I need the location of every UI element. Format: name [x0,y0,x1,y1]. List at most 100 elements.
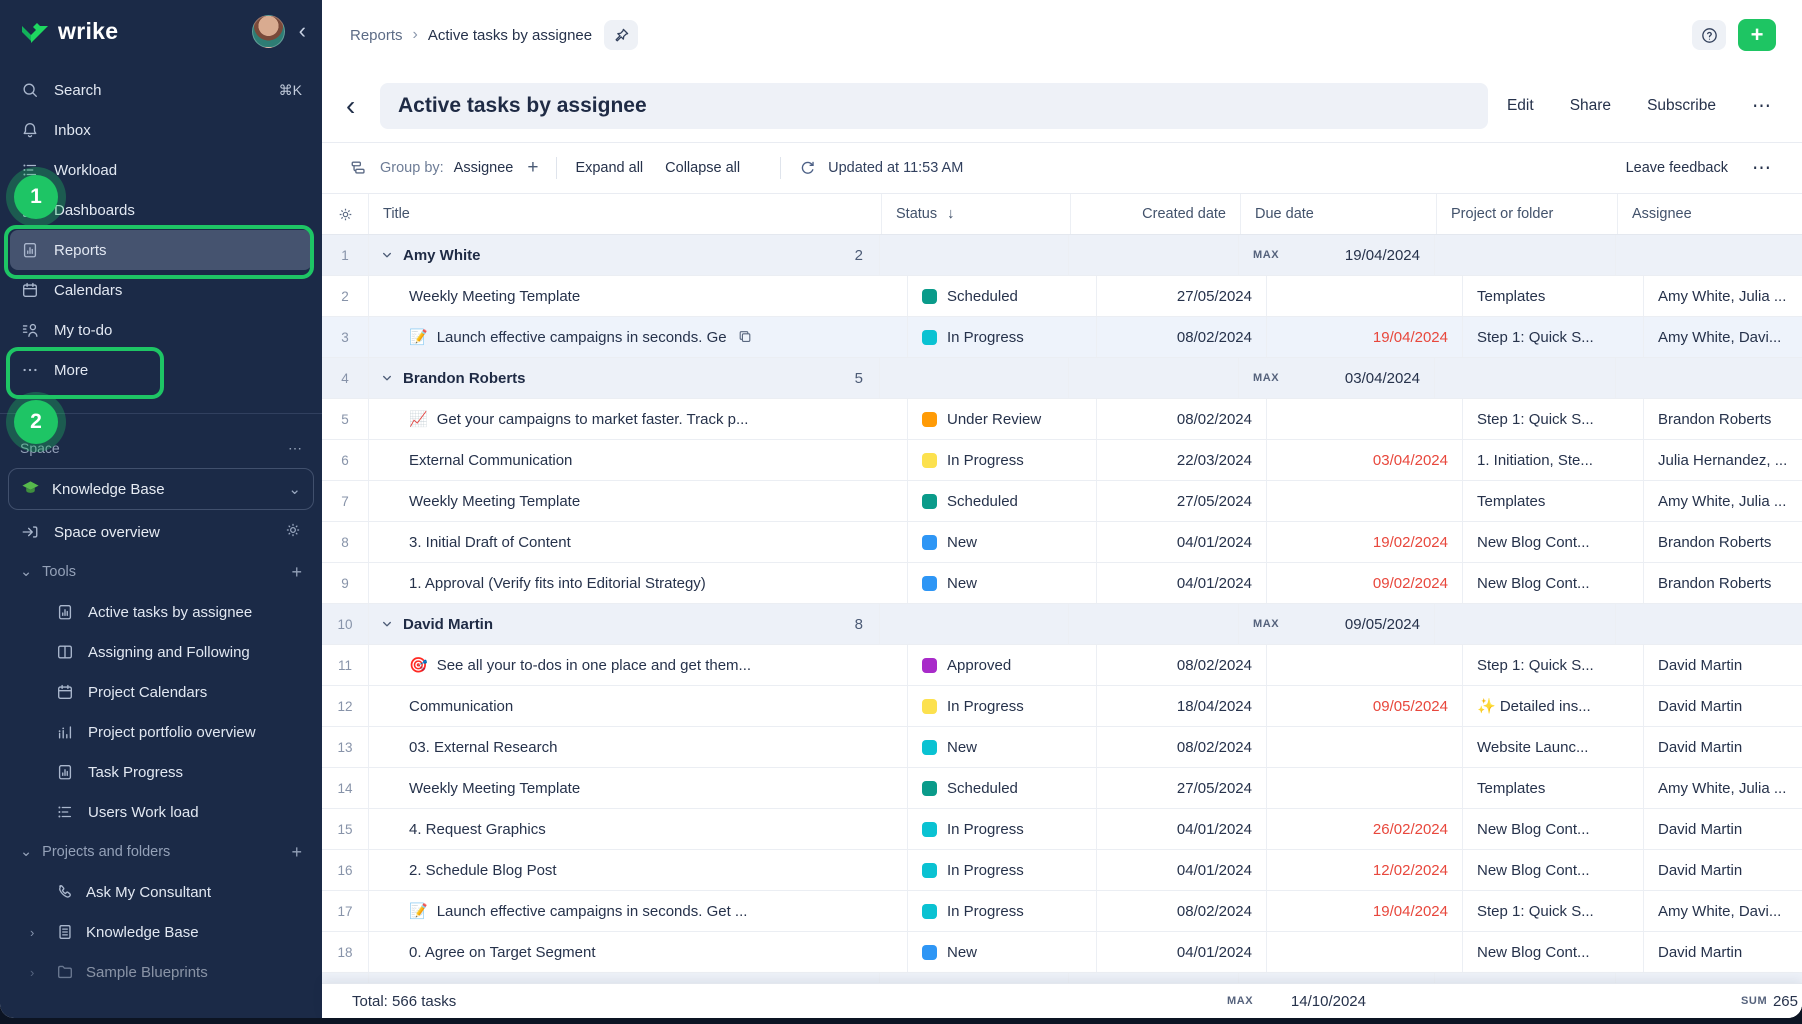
expand-all-button[interactable]: Expand all [575,160,643,176]
leave-feedback-button[interactable]: Leave feedback [1626,160,1728,176]
edit-button[interactable]: Edit [1507,97,1534,115]
help-button[interactable] [1692,20,1726,50]
gear-icon[interactable] [284,521,302,543]
task-title-cell[interactable]: Weekly Meeting Template [369,276,908,316]
breadcrumb-reports[interactable]: Reports [350,27,403,44]
space-selector[interactable]: Knowledge Base ⌄ [8,468,314,510]
tool-item-project-portfolio-overview[interactable]: Project portfolio overview [0,712,322,752]
status-cell[interactable]: Under Review [908,399,1097,439]
task-row[interactable]: 5📈Get your campaigns to market faster. T… [322,399,1802,440]
task-row[interactable]: 83. Initial Draft of ContentNew04/01/202… [322,522,1802,563]
task-title-cell[interactable]: Weekly Meeting Template [369,481,908,521]
status-cell[interactable]: Scheduled [908,276,1097,316]
status-cell[interactable]: In Progress [908,891,1097,931]
refresh-icon[interactable] [799,160,816,177]
task-title-cell[interactable]: 4. Request Graphics [369,809,908,849]
task-row[interactable]: 3📝Launch effective campaigns in seconds.… [322,317,1802,358]
wrike-logo[interactable]: wrike [20,18,118,45]
column-header-title[interactable]: Title [369,194,882,234]
group-collapse-icon[interactable] [381,618,393,630]
status-cell[interactable]: In Progress [908,809,1097,849]
group-by-value[interactable]: Assignee [454,160,514,176]
status-cell[interactable] [880,604,1069,644]
share-button[interactable]: Share [1570,97,1611,115]
status-cell[interactable]: New [908,932,1097,972]
sidebar-collapse-icon[interactable]: ‹ [299,20,306,42]
project-item-sample-blueprints[interactable]: ›Sample Blueprints [0,952,322,992]
collapse-all-button[interactable]: Collapse all [665,160,740,176]
task-row[interactable]: 91. Approval (Verify fits into Editorial… [322,563,1802,604]
column-header-project[interactable]: Project or folder [1437,194,1618,234]
task-row[interactable]: 7Weekly Meeting TemplateScheduled27/05/2… [322,481,1802,522]
sidebar-item-workload[interactable]: Workload [10,150,312,190]
status-cell[interactable]: In Progress [908,440,1097,480]
task-title-cell[interactable]: 0. Agree on Target Segment [369,932,908,972]
sidebar-item-calendars[interactable]: Calendars [10,270,312,310]
report-title-field[interactable]: Active tasks by assignee [380,83,1488,129]
group-title-cell[interactable]: Brandon Roberts5 [369,358,880,398]
tool-item-task-progress[interactable]: Task Progress [0,752,322,792]
task-title-cell[interactable]: 📈Get your campaigns to market faster. Tr… [369,399,908,439]
task-title-cell[interactable]: 1. Approval (Verify fits into Editorial … [369,563,908,603]
group-collapse-icon[interactable] [381,249,393,261]
sidebar-item-space-overview[interactable]: Space overview [0,512,322,552]
group-row[interactable]: 4Brandon Roberts5MAX03/04/2024SUM [322,358,1802,399]
column-header-due[interactable]: Due date [1241,194,1437,234]
status-cell[interactable] [880,358,1069,398]
status-cell[interactable]: Approved [908,645,1097,685]
status-cell[interactable]: New [908,727,1097,767]
tool-item-users-work-load[interactable]: Users Work load [0,792,322,832]
task-row[interactable]: 12CommunicationIn Progress18/04/202409/0… [322,686,1802,727]
space-more-icon[interactable]: ⋯ [288,440,302,457]
task-title-cell[interactable]: External Communication [369,440,908,480]
column-header-created[interactable]: Created date [1071,194,1241,234]
status-cell[interactable] [880,235,1069,275]
table-settings-cell[interactable] [322,194,369,234]
task-row[interactable]: 11🎯See all your to-dos in one place and … [322,645,1802,686]
tools-section-header[interactable]: ⌄ Tools + [0,552,322,592]
sidebar-item-search[interactable]: Search⌘K [10,70,312,110]
task-title-cell[interactable]: Communication [369,686,908,726]
add-tool-icon[interactable]: + [291,562,302,583]
task-row[interactable]: 162. Schedule Blog PostIn Progress04/01/… [322,850,1802,891]
sidebar-item-inbox[interactable]: Inbox [10,110,312,150]
tool-item-active-tasks-by-assignee[interactable]: Active tasks by assignee [0,592,322,632]
subscribe-button[interactable]: Subscribe [1647,97,1716,115]
status-cell[interactable]: In Progress [908,686,1097,726]
status-cell[interactable]: In Progress [908,317,1097,357]
tool-item-assigning-and-following[interactable]: Assigning and Following [0,632,322,672]
tool-item-project-calendars[interactable]: Project Calendars [0,672,322,712]
status-cell[interactable]: Scheduled [908,768,1097,808]
title-more-icon[interactable]: ⋯ [1752,95,1772,118]
projects-section-header[interactable]: ⌄ Projects and folders + [0,832,322,872]
task-row[interactable]: 17📝Launch effective campaigns in seconds… [322,891,1802,932]
group-row[interactable]: 10David Martin8MAX09/05/2024SUM [322,604,1802,645]
group-row[interactable]: 1Amy White2MAX19/04/2024SUM [322,235,1802,276]
task-title-cell[interactable]: 3. Initial Draft of Content [369,522,908,562]
task-row[interactable]: 154. Request GraphicsIn Progress04/01/20… [322,809,1802,850]
task-title-cell[interactable]: 🎯See all your to-dos in one place and ge… [369,645,908,685]
task-row[interactable]: 14Weekly Meeting TemplateScheduled27/05/… [322,768,1802,809]
sidebar-item-more[interactable]: More [10,350,312,390]
sidebar-item-reports[interactable]: Reports [10,230,312,270]
group-title-cell[interactable]: David Martin8 [369,604,880,644]
group-collapse-icon[interactable] [381,372,393,384]
toolbar-more-icon[interactable]: ⋯ [1752,157,1772,180]
status-cell[interactable]: New [908,522,1097,562]
task-title-cell[interactable]: 2. Schedule Blog Post [369,850,908,890]
task-row[interactable]: 180. Agree on Target SegmentNew04/01/202… [322,932,1802,973]
task-title-cell[interactable]: 03. External Research [369,727,908,767]
group-title-cell[interactable]: Amy White2 [369,235,880,275]
project-item-knowledge-base[interactable]: ›Knowledge Base [0,912,322,952]
add-group-by-icon[interactable]: + [527,157,538,179]
status-cell[interactable]: In Progress [908,850,1097,890]
duplicate-icon[interactable] [737,329,753,345]
column-header-status[interactable]: Status ↓ [882,194,1071,234]
sidebar-item-my-to-do[interactable]: My to-do [10,310,312,350]
column-header-assignee[interactable]: Assignee [1618,194,1802,234]
add-project-icon[interactable]: + [291,842,302,863]
task-row[interactable]: 2Weekly Meeting TemplateScheduled27/05/2… [322,276,1802,317]
create-button[interactable]: + [1738,19,1776,51]
back-button[interactable]: ‹ [346,92,380,120]
task-title-cell[interactable]: 📝Launch effective campaigns in seconds. … [369,317,908,357]
